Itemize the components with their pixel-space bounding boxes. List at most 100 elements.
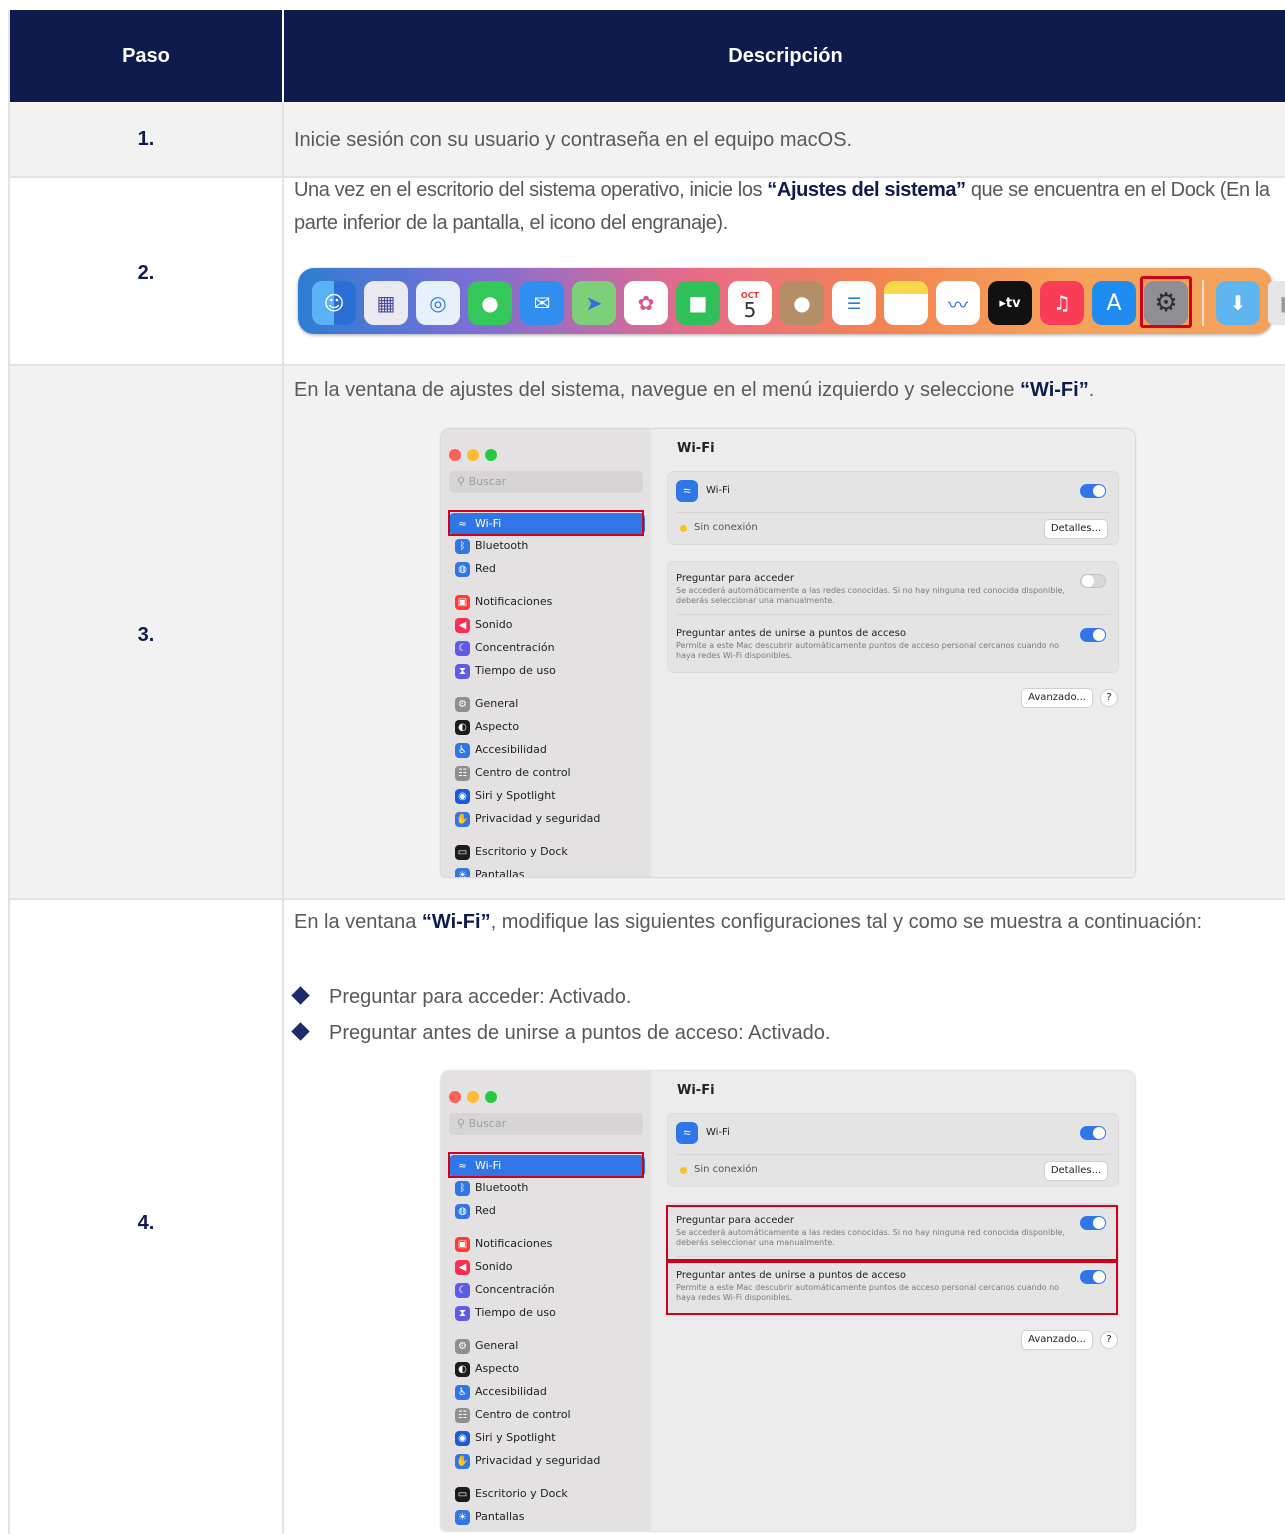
sidebar-item-siri[interactable]: ◉ Siri y Spotlight (449, 1427, 645, 1449)
header-step: Paso (122, 45, 170, 67)
facetime-icon[interactable]: ■ (676, 281, 720, 325)
highlight-box (666, 1205, 1118, 1261)
details-button[interactable]: Detalles... (1044, 1161, 1108, 1181)
dock-icon: ▭ (455, 845, 470, 860)
wifi-card: ≈ Wi-Fi Sin conexión Detalles... (667, 1113, 1119, 1187)
step-description: Inicie sesión con su usuario y contraseñ… (294, 129, 853, 151)
close-icon[interactable] (449, 1091, 461, 1103)
search-input[interactable]: ⚲ Buscar (449, 1113, 643, 1135)
sidebar-item-screen-time[interactable]: ⧗ Tiempo de uso (449, 1302, 645, 1324)
sidebar-item-siri[interactable]: ◉ Siri y Spotlight (449, 785, 645, 807)
header-description: Descripción (728, 45, 843, 67)
wifi-label: Wi-Fi (706, 1127, 730, 1138)
options-card: Preguntar para acceder Se accederá autom… (667, 561, 1119, 673)
sun-icon: ☀ (455, 868, 470, 877)
settings-main: Wi-Fi ≈ Wi-Fi Sin conexión Detalles... P… (651, 1071, 1135, 1531)
minimize-icon[interactable] (467, 449, 479, 461)
sidebar-item-bluetooth[interactable]: ᛒ Bluetooth (449, 1177, 645, 1199)
freeform-icon[interactable]: 〰 (936, 281, 980, 325)
sidebar-item-accessibility[interactable]: ♿ Accesibilidad (449, 1381, 645, 1403)
wifi-toggle[interactable] (1080, 1126, 1106, 1140)
globe-icon: ◍ (455, 562, 470, 577)
advanced-button[interactable]: Avanzado... (1021, 688, 1093, 708)
speaker-icon: ◀ (455, 618, 470, 633)
sidebar-item-appearance[interactable]: ◐ Aspecto (449, 1358, 645, 1380)
sidebar-item-sound[interactable]: ◀ Sonido (449, 1256, 645, 1278)
sidebar-item-sound[interactable]: ◀ Sonido (449, 614, 645, 636)
accessibility-icon: ♿ (455, 743, 470, 758)
launchpad-icon[interactable]: ▦ (364, 281, 408, 325)
sidebar-item-network[interactable]: ◍ Red (449, 1200, 645, 1222)
sidebar-item-desktop-dock[interactable]: ▭ Escritorio y Dock (449, 841, 645, 863)
mail-icon[interactable]: ✉ (520, 281, 564, 325)
wifi-icon: ≈ (676, 480, 698, 502)
sidebar-item-notifications[interactable]: ▣ Notificaciones (449, 1233, 645, 1255)
tv-icon[interactable]: ▸ tv (988, 281, 1032, 325)
sidebar-item-focus[interactable]: ☾ Concentración (449, 1279, 645, 1301)
advanced-button[interactable]: Avanzado... (1021, 1330, 1093, 1350)
sidebar-item-network[interactable]: ◍ Red (449, 558, 645, 580)
bluetooth-icon: ᛒ (455, 539, 470, 554)
help-button[interactable]: ? (1100, 689, 1118, 707)
downloads-icon[interactable]: ⬇ (1216, 281, 1260, 325)
wifi-label: Wi-Fi (706, 485, 730, 496)
step-description: En la ventana “Wi-Fi”, modifique las sig… (294, 911, 1203, 933)
gear-icon: ⚙ (455, 1339, 470, 1354)
status-text: Sin conexión (694, 522, 758, 533)
sidebar-item-control-center[interactable]: ☷ Centro de control (449, 762, 645, 784)
appearance-icon: ◐ (455, 720, 470, 735)
bell-icon: ▣ (455, 1237, 470, 1252)
sun-icon: ☀ (455, 1510, 470, 1525)
contacts-icon[interactable]: ● (780, 281, 824, 325)
maximize-icon[interactable] (485, 1091, 497, 1103)
finder-icon[interactable]: ☺ (312, 281, 356, 325)
sidebar-item-appearance[interactable]: ◐ Aspecto (449, 716, 645, 738)
status-text: Sin conexión (694, 1164, 758, 1175)
sidebar-item-control-center[interactable]: ☷ Centro de control (449, 1404, 645, 1426)
table-row: 1. Inicie sesión con su usuario y contra… (10, 102, 1285, 178)
bullet-item: Preguntar antes de unirse a puntos de ac… (291, 1022, 830, 1045)
sidebar-item-desktop-dock[interactable]: ▭ Escritorio y Dock (449, 1483, 645, 1505)
sidebar-item-bluetooth[interactable]: ᛒ Bluetooth (449, 535, 645, 557)
search-icon: ⚲ (457, 1117, 469, 1130)
minimize-icon[interactable] (467, 1091, 479, 1103)
details-button[interactable]: Detalles... (1044, 519, 1108, 539)
appstore-icon[interactable]: A (1092, 281, 1136, 325)
ask-hotspot-toggle[interactable] (1080, 628, 1106, 642)
messages-icon[interactable]: ● (468, 281, 512, 325)
sidebar-item-privacy[interactable]: ✋ Privacidad y seguridad (449, 1450, 645, 1472)
diamond-bullet-icon (291, 986, 310, 1005)
reminders-icon[interactable]: ☰ (832, 281, 876, 325)
speaker-icon: ◀ (455, 1260, 470, 1275)
sidebar-item-accessibility[interactable]: ♿ Accesibilidad (449, 739, 645, 761)
sidebar-item-privacy[interactable]: ✋ Privacidad y seguridad (449, 808, 645, 830)
hand-icon: ✋ (455, 812, 470, 827)
sidebar-item-screen-time[interactable]: ⧗ Tiempo de uso (449, 660, 645, 682)
wifi-toggle[interactable] (1080, 484, 1106, 498)
music-icon[interactable]: ♫ (1040, 281, 1084, 325)
calendar-icon[interactable]: OCT 5 (728, 281, 772, 325)
sidebar-item-focus[interactable]: ☾ Concentración (449, 637, 645, 659)
sidebar-item-general[interactable]: ⚙ General (449, 693, 645, 715)
trash-icon[interactable]: ▮ (1268, 281, 1285, 325)
diamond-bullet-icon (291, 1022, 310, 1041)
close-icon[interactable] (449, 449, 461, 461)
search-input[interactable]: ⚲ Buscar (449, 471, 643, 493)
sidebar-item-notifications[interactable]: ▣ Notificaciones (449, 591, 645, 613)
ask-hotspot-desc: Permite a este Mac descubrir automáticam… (676, 641, 1060, 660)
status-dot (680, 1167, 687, 1174)
photos-icon[interactable]: ✿ (624, 281, 668, 325)
search-icon: ⚲ (457, 475, 469, 488)
help-button[interactable]: ? (1100, 1331, 1118, 1349)
safari-icon[interactable]: ◎ (416, 281, 460, 325)
status-dot (680, 525, 687, 532)
maximize-icon[interactable] (485, 449, 497, 461)
sidebar-item-displays[interactable]: ☀ Pantallas (449, 1506, 645, 1528)
ask-join-title: Preguntar para acceder (676, 573, 795, 584)
notes-icon[interactable] (884, 281, 928, 325)
ask-join-toggle[interactable] (1080, 574, 1106, 588)
maps-icon[interactable]: ➤ (572, 281, 616, 325)
sidebar-item-displays[interactable]: ☀ Pantallas (449, 864, 645, 877)
highlight-box (448, 510, 644, 536)
sidebar-item-general[interactable]: ⚙ General (449, 1335, 645, 1357)
